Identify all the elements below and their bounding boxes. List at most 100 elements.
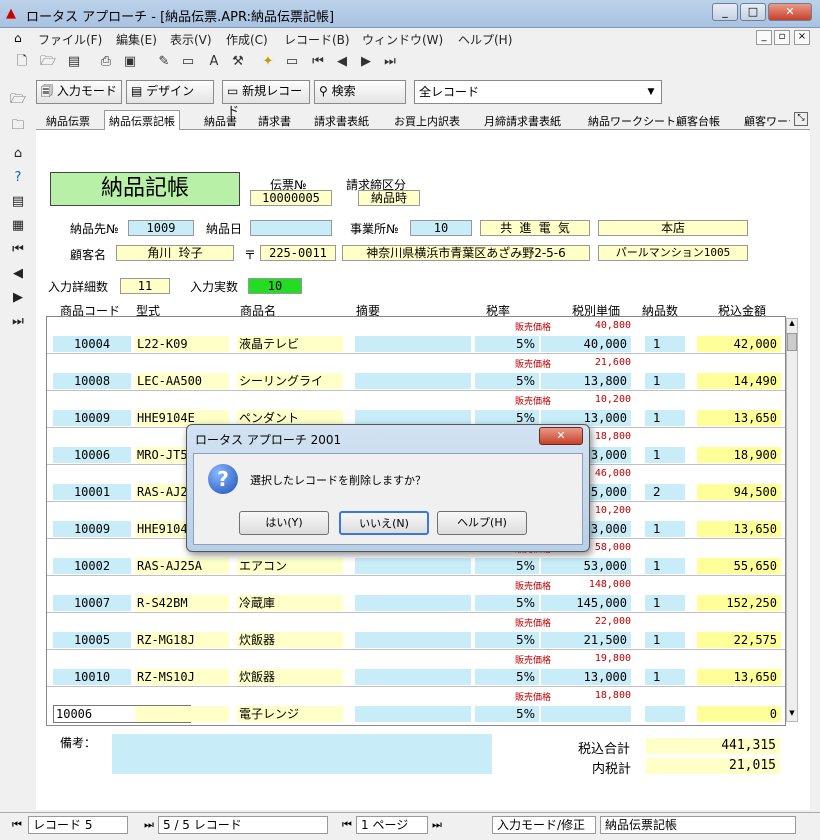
model-cell[interactable]: RAS-AJ25A [135,558,229,574]
qty-cell[interactable]: 1 [645,373,685,389]
tab-worksheet[interactable]: 納品ワークシート [588,113,676,129]
minimize-button[interactable]: _ [712,3,738,21]
model-cell[interactable] [135,706,229,722]
nav-first-icon[interactable]: ⏮ [8,240,28,260]
tax-cell[interactable]: 5% [475,373,539,389]
qty-cell[interactable]: 1 [645,447,685,463]
model-cell[interactable]: RZ-MG18J [135,632,229,648]
qty-cell[interactable]: 1 [645,669,685,685]
no-button[interactable]: いいえ(N) [339,511,429,535]
amount-cell[interactable]: 94,500 [697,484,781,500]
prev-record-icon[interactable]: ◀ [332,52,352,72]
amount-cell[interactable]: 55,650 [697,558,781,574]
name-cell[interactable]: 冷蔵庫 [237,595,343,611]
address-field[interactable]: 神奈川県横浜市青葉区あざみ野2-5-6 [342,245,590,261]
tax-cell[interactable]: 5% [475,669,539,685]
amount-cell[interactable]: 13,650 [697,410,781,426]
code-cell[interactable]: 10007 [53,595,131,611]
last-record-icon[interactable]: ⏭ [380,52,400,72]
scroll-up-icon[interactable]: ▲ [787,319,797,331]
model-cell[interactable]: R-S42BM [135,595,229,611]
price-cell[interactable]: 13,800 [541,373,631,389]
open-file-icon[interactable]: 🗁 [38,52,58,72]
tab-nouhin-denpyo[interactable]: 納品伝票 [46,113,90,129]
customer-name-field[interactable]: 角川 玲子 [116,245,234,261]
scroll-down-icon[interactable]: ▼ [787,709,797,721]
records-icon[interactable]: ▦ [8,216,28,236]
design-button[interactable]: ▤ デザイン [126,80,214,104]
preview-icon[interactable]: ▣ [120,52,140,72]
notes-field[interactable] [112,734,492,774]
tab-tsukijime[interactable]: 月締請求書表紙 [484,113,561,129]
new-record-button[interactable]: ▭ 新規レコード [222,80,310,118]
detail-count-field[interactable]: 11 [120,278,170,294]
record-filter-select[interactable]: 全レコード ▼ [414,80,662,104]
memo-cell[interactable] [355,632,471,648]
tab-nouhin-kichou[interactable]: 納品伝票記帳 [104,110,180,131]
tax-cell[interactable]: 5% [475,632,539,648]
yes-button[interactable]: はい(Y) [239,511,329,535]
price-cell[interactable]: 53,000 [541,558,631,574]
child-restore-button[interactable]: ▫ [774,30,790,45]
billing-field[interactable]: 納品時 [358,190,420,206]
amount-cell[interactable]: 0 [697,706,781,722]
zip-field[interactable]: 225-0011 [260,245,336,261]
doc-icon[interactable]: ⌂ [14,31,22,45]
tab-kokyaku-work[interactable]: 顧客ワーク [744,113,790,129]
tab-kokyaku[interactable]: 顧客台帳 [676,113,720,129]
price-cell[interactable] [541,706,631,722]
price-cell[interactable]: 21,500 [541,632,631,648]
grid-scrollbar[interactable]: ▲ ▼ [786,318,798,722]
code-cell[interactable]: 10010 [53,669,131,685]
name-cell[interactable]: 液晶テレビ [237,336,343,352]
menu-help[interactable]: ヘルプ(H) [458,31,512,48]
tool-icon[interactable]: ⚒ [228,52,248,72]
status-page-next-icon[interactable]: ⏭ [432,818,442,832]
child-minimize-button[interactable]: _ [756,30,772,45]
scroll-thumb[interactable] [787,333,797,351]
tax-cell[interactable]: 5% [475,595,539,611]
input-mode-button[interactable]: 🗐 入力モード [36,80,122,104]
folder-icon[interactable]: 🗀 [8,116,28,136]
print-icon[interactable]: ⎙ [96,52,116,72]
memo-cell[interactable] [355,706,471,722]
name-cell[interactable]: 電子レンジ [237,706,343,722]
model-cell[interactable]: RZ-MS10J [135,669,229,685]
new-file-icon[interactable]: 🗋 [12,52,32,72]
memo-cell[interactable] [355,669,471,685]
qty-cell[interactable]: 1 [645,595,685,611]
nav-next-icon[interactable]: ▶ [8,288,28,308]
office-no-field[interactable]: 10 [410,220,472,236]
slip-no-field[interactable]: 10000005 [250,190,332,206]
memo-cell[interactable] [355,595,471,611]
help-button[interactable]: ヘルプ(H) [437,511,527,535]
code-cell[interactable]: 10002 [53,558,131,574]
name-cell[interactable]: エアコン [237,558,343,574]
building-field[interactable]: パールマンション1005 [598,245,748,261]
amount-cell[interactable]: 42,000 [697,336,781,352]
open-folder-icon[interactable]: 🗁 [8,90,28,110]
qty-cell[interactable]: 1 [645,558,685,574]
qty-cell[interactable]: 1 [645,632,685,648]
code-cell[interactable]: 10004 [53,336,131,352]
code-cell[interactable]: 10008 [53,373,131,389]
memo-cell[interactable] [355,558,471,574]
status-goto-icon[interactable]: ⏭ [144,818,154,832]
search-button[interactable]: ⚲ 検索 [314,80,406,104]
help-icon[interactable]: ? [8,168,28,188]
status-page-prev-icon[interactable]: ⏮ [342,818,352,832]
star-icon[interactable]: ✦ [258,52,278,72]
nav-prev-icon[interactable]: ◀ [8,264,28,284]
pencil-icon[interactable]: ✎ [154,52,174,72]
qty-cell[interactable]: 2 [645,484,685,500]
tax-cell[interactable]: 5% [475,558,539,574]
tax-cell[interactable]: 5% [475,336,539,352]
amount-cell[interactable]: 13,650 [697,669,781,685]
price-cell[interactable]: 13,000 [541,669,631,685]
menu-file[interactable]: ファイル(F) [38,31,102,48]
text-icon[interactable]: A [204,52,224,72]
tab-expand-icon[interactable]: ⤡ [794,112,808,126]
qty-cell[interactable] [645,706,685,722]
name-cell[interactable]: 炊飯器 [237,632,343,648]
code-cell[interactable]: 10005 [53,632,131,648]
